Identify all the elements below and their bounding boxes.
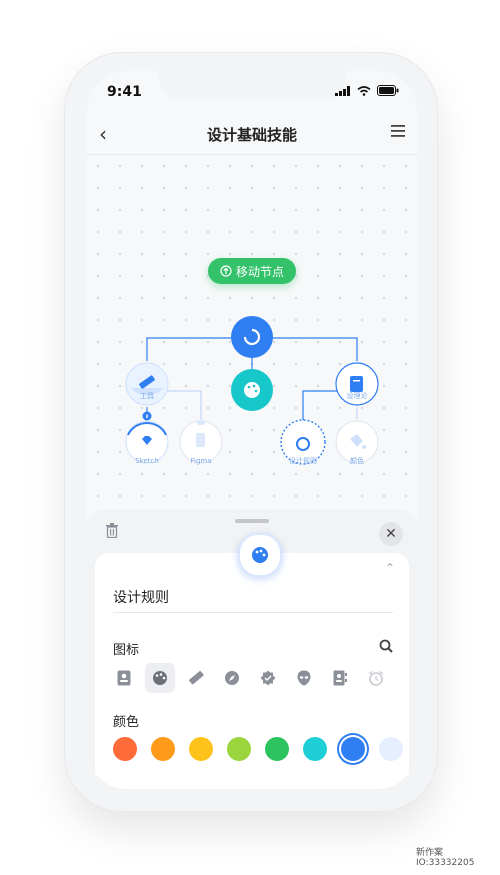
icon-option-ruler[interactable]	[181, 663, 211, 693]
notch	[159, 71, 345, 99]
icon-option-compass[interactable]	[217, 663, 247, 693]
divider	[113, 612, 393, 613]
alien-icon	[297, 670, 311, 686]
node-name-field[interactable]: 设计规则	[113, 587, 169, 607]
icon-option-alien[interactable]	[289, 663, 319, 693]
palette-icon	[252, 547, 268, 563]
tools-node-label: 工具	[140, 392, 154, 400]
selected-node-icon	[238, 533, 282, 577]
icon-picker	[109, 663, 391, 693]
verified-badge-icon	[260, 670, 276, 686]
color-picker	[113, 737, 403, 761]
status-icons	[335, 85, 399, 96]
contact-card-icon	[117, 670, 131, 686]
contact-book-icon	[333, 670, 347, 686]
close-button[interactable]: ✕	[379, 522, 403, 546]
icon-option-alarm[interactable]	[361, 663, 391, 693]
close-icon: ✕	[385, 526, 397, 542]
color-swatch[interactable]	[151, 737, 175, 761]
icon-option-contact[interactable]	[109, 663, 139, 693]
node-edit-card: ⌃ 设计规则 图标 颜色	[95, 533, 409, 789]
back-icon[interactable]: ‹	[99, 122, 107, 146]
chevron-up-icon[interactable]: ⌃	[385, 561, 395, 575]
search-icon[interactable]	[379, 639, 393, 653]
icon-option-palette[interactable]	[145, 663, 175, 693]
alarm-icon	[368, 670, 384, 686]
color-section-label: 颜色	[113, 715, 140, 730]
icon-option-contact-book[interactable]	[325, 663, 355, 693]
compass-icon	[225, 671, 239, 685]
app-screen: 9:41 ‹ 设计基础技能 移动节点 工具 Sketch Figma 设理论 设…	[87, 71, 417, 789]
ruler-icon	[189, 670, 204, 685]
palette-icon	[153, 671, 167, 685]
sketch-node-label: Sketch	[135, 457, 159, 465]
drag-handle[interactable]	[235, 519, 269, 523]
watermark-line2: IO:33332205	[416, 858, 475, 868]
root-node[interactable]	[231, 316, 273, 358]
icon-section-label: 图标	[113, 643, 140, 658]
color-node-label: 颜色	[350, 456, 364, 465]
icon-option-badge[interactable]	[253, 663, 283, 693]
color-swatch[interactable]	[379, 737, 403, 761]
color-swatch[interactable]	[341, 737, 365, 761]
signal-icon	[335, 85, 350, 96]
bottom-sheet: ✕ ⌃ 设计规则 图标 颜色	[87, 509, 417, 789]
color-swatch[interactable]	[265, 737, 289, 761]
wifi-icon	[357, 85, 371, 96]
trash-icon[interactable]	[105, 523, 119, 538]
battery-icon	[377, 85, 399, 96]
figma-node-label: Figma	[190, 457, 211, 465]
color-swatch[interactable]	[113, 737, 137, 761]
page-title: 设计基础技能	[206, 125, 297, 144]
color-swatch[interactable]	[227, 737, 251, 761]
design-spec-node-label: 设计规则	[289, 456, 317, 465]
watermark: 新作案 IO:33332205	[416, 848, 474, 868]
theory-node-label: 设理论	[347, 391, 368, 400]
palette-node[interactable]	[231, 369, 273, 411]
menu-icon[interactable]	[391, 125, 405, 137]
color-swatch[interactable]	[303, 737, 327, 761]
status-time: 9:41	[107, 84, 142, 100]
mind-map: 工具 Sketch Figma 设理论 设计规则 颜色	[125, 316, 379, 465]
color-swatch[interactable]	[189, 737, 213, 761]
watermark-line1: 新作案	[416, 848, 444, 858]
nav-bar: ‹ 设计基础技能	[87, 114, 417, 155]
mind-map-canvas[interactable]: 移动节点 工具 Sketch Figma 设理论 设计规则 颜色	[87, 155, 417, 515]
